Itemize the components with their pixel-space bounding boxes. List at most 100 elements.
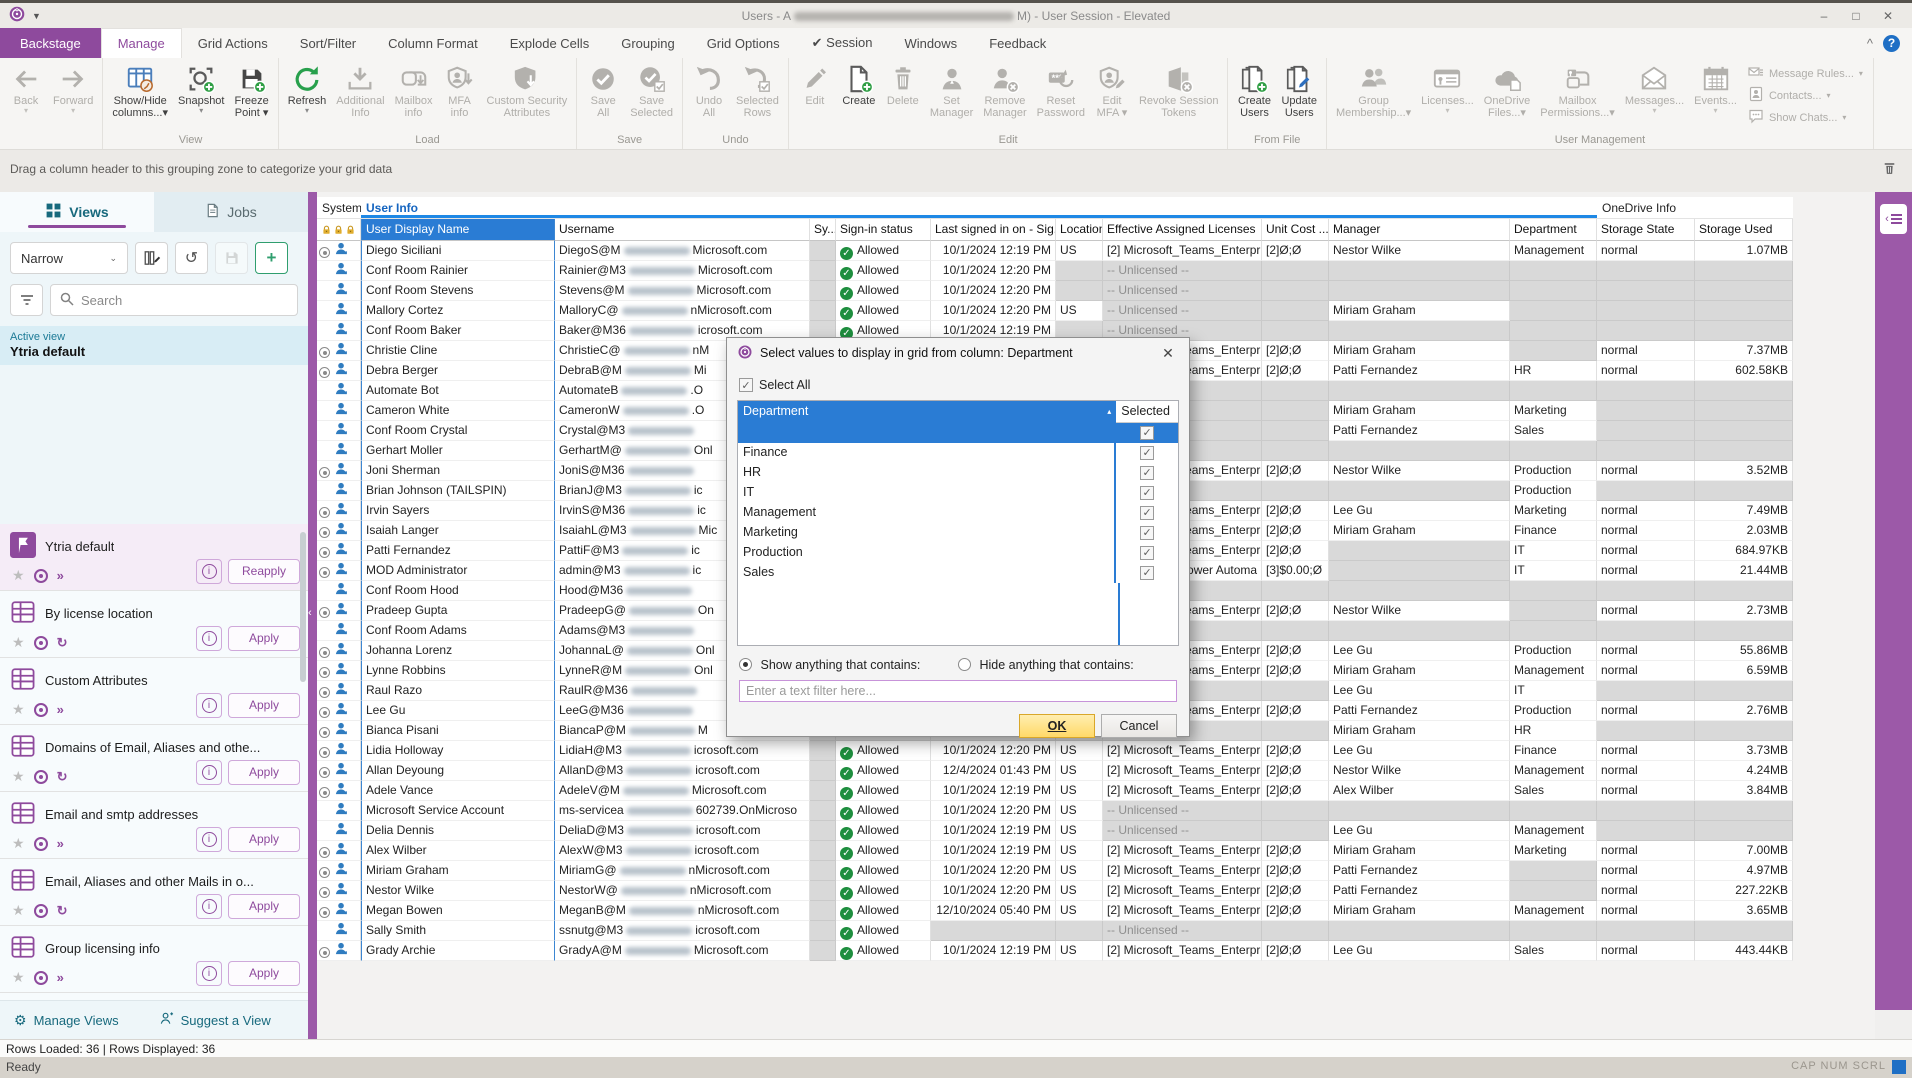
view-item[interactable]: Email, Aliases and other Mails in o...★↻… <box>0 859 308 926</box>
reapply-view-button[interactable]: Reapply <box>228 559 300 584</box>
freeze-point--button[interactable]: FreezePoint ▾ <box>229 60 273 119</box>
remove-manager-button[interactable]: RemoveManager <box>978 60 1031 119</box>
star-icon[interactable]: ★ <box>12 567 25 584</box>
column-header-loc[interactable]: Location... <box>1056 219 1103 241</box>
view-item[interactable]: Domains of Email, Aliases and othe...★↻i… <box>0 725 308 792</box>
undo-all-button[interactable]: UndoAll <box>687 60 731 119</box>
view-info-button[interactable]: i <box>196 760 222 785</box>
grouping-zone[interactable]: Drag a column header to this grouping zo… <box>0 150 1912 192</box>
custom-security-attributes-button[interactable]: Custom SecurityAttributes <box>482 60 573 119</box>
selected-rows-button[interactable]: SelectedRows <box>731 60 784 119</box>
column-header-name[interactable]: User Display Name <box>361 219 555 241</box>
mailbox-permissions--button[interactable]: MailboxPermissions...▾ <box>1535 60 1620 119</box>
set-manager-button[interactable]: SetManager <box>925 60 978 119</box>
view-item[interactable]: By license location★↻iApply <box>0 591 308 658</box>
grid-row[interactable]: Delia DennisDeliaD@M3icrosoft.com✓Allowe… <box>317 821 1793 841</box>
star-icon[interactable]: ★ <box>12 634 25 651</box>
refresh-button[interactable]: Refresh▾ <box>283 60 332 115</box>
column-header-status[interactable]: Sign-in status <box>836 219 931 241</box>
ribbon-tab-grouping[interactable]: Grouping <box>605 28 690 58</box>
dialog-col-selected[interactable]: Selected <box>1116 401 1178 423</box>
maximize-button[interactable]: □ <box>1842 6 1870 26</box>
dialog-value-row[interactable]: Sales✓ <box>738 563 1178 583</box>
star-icon[interactable]: ★ <box>12 835 25 852</box>
qat-customize-icon[interactable]: ▼ <box>32 11 41 21</box>
save-all-button[interactable]: SaveAll <box>581 60 625 119</box>
onedrive-files--button[interactable]: OneDriveFiles...▾ <box>1479 60 1535 119</box>
column-header-user[interactable]: Username <box>555 219 810 241</box>
revoke-session-tokens-button[interactable]: Revoke SessionTokens <box>1134 60 1224 119</box>
edit-button[interactable]: Edit <box>793 60 837 107</box>
create-users-button[interactable]: CreateUsers <box>1232 60 1276 119</box>
ribbon-tab-explode-cells[interactable]: Explode Cells <box>494 28 606 58</box>
filter-views-button[interactable] <box>10 284 43 316</box>
view-info-button[interactable]: i <box>196 961 222 986</box>
column-header-ss[interactable]: Storage State <box>1597 219 1695 241</box>
ribbon-tab-backstage[interactable]: Backstage <box>0 28 101 58</box>
grid-row[interactable]: Lidia HollowayLidiaH@M3icrosoft.com✓Allo… <box>317 741 1793 761</box>
grid-row[interactable]: Sally Smithssnutg@M3icrosoft.com✓Allowed… <box>317 921 1793 941</box>
value-checkbox-icon[interactable]: ✓ <box>1140 526 1154 540</box>
grid-row[interactable]: Grady ArchieGradyA@MMicrosoft.com✓Allowe… <box>317 941 1793 961</box>
column-header-lic[interactable]: Effective Assigned Licenses <box>1103 219 1262 241</box>
show-hide-columns--button[interactable]: Show/Hidecolumns...▾ <box>107 60 173 119</box>
tab-jobs[interactable]: Jobs <box>154 192 308 232</box>
edit-columns-button[interactable] <box>135 242 168 274</box>
view-width-select[interactable]: Narrow⌄ <box>10 242 128 274</box>
grid-row[interactable]: Nestor WilkeNestorW@nMicrosoft.com✓Allow… <box>317 881 1793 901</box>
contacts--button[interactable]: Contacts...▾ <box>1748 86 1863 105</box>
grid-row[interactable]: Megan BowenMeganB@MnMicrosoft.com✓Allowe… <box>317 901 1793 921</box>
manage-views-button[interactable]: ⚙ Manage Views <box>14 1012 119 1029</box>
mailbox-info-button[interactable]: Mailboxinfo <box>390 60 438 119</box>
clear-grouping-icon[interactable] <box>1881 160 1898 180</box>
tab-views[interactable]: Views <box>0 192 154 232</box>
snapshot-button[interactable]: Snapshot▾ <box>173 60 229 115</box>
delete-button[interactable]: Delete <box>881 60 925 107</box>
dialog-value-row[interactable]: Management✓ <box>738 503 1178 523</box>
column-header-mgr[interactable]: Manager <box>1329 219 1510 241</box>
view-list-scrollbar[interactable] <box>300 532 306 682</box>
ribbon-tab-manage[interactable]: Manage <box>101 28 182 58</box>
licenses--button[interactable]: Licenses...▾ <box>1416 60 1479 115</box>
sidebar-collapse-strip[interactable]: ‹ <box>308 192 317 1039</box>
value-checkbox-icon[interactable]: ✓ <box>1140 466 1154 480</box>
save-selected-button[interactable]: SaveSelected <box>625 60 678 119</box>
ribbon-tab-grid-options[interactable]: Grid Options <box>691 28 796 58</box>
value-checkbox-icon[interactable]: ✓ <box>1140 506 1154 520</box>
grid-row[interactable]: Conf Room RainierRainier@M3Microsoft.com… <box>317 261 1793 281</box>
suggest-view-button[interactable]: Suggest a View <box>159 1011 271 1029</box>
view-item[interactable]: Custom Attributes★»iApply <box>0 658 308 725</box>
grid-row[interactable]: Diego SicilianiDiegoS@MMicrosoft.com✓All… <box>317 241 1793 261</box>
view-item[interactable]: Ytria default★»iReapply <box>0 524 308 591</box>
column-header-sy[interactable]: Sy... <box>810 219 836 241</box>
forward-button[interactable]: Forward▾ <box>48 60 98 115</box>
dialog-value-row[interactable]: Finance✓ <box>738 443 1178 463</box>
collapse-ribbon-icon[interactable]: ^ <box>1867 36 1873 51</box>
apply-view-button[interactable]: Apply <box>228 961 300 986</box>
show-chats--button[interactable]: Show Chats...▾ <box>1748 108 1863 127</box>
ribbon-tab-windows[interactable]: Windows <box>888 28 973 58</box>
ok-button[interactable]: OK <box>1019 714 1095 738</box>
select-all-checkbox[interactable]: ✓ Select All <box>727 368 1189 398</box>
help-icon[interactable]: ? <box>1883 35 1900 52</box>
dialog-value-row[interactable]: HR✓ <box>738 463 1178 483</box>
view-item[interactable]: Hybrid - All users, including on-pr...★»… <box>0 993 308 1000</box>
edit-mfa--button[interactable]: EditMFA ▾ <box>1090 60 1134 119</box>
right-panel-strip[interactable]: ‹ <box>1875 192 1912 1010</box>
group-membership--button[interactable]: GroupMembership...▾ <box>1331 60 1416 119</box>
star-icon[interactable]: ★ <box>12 902 25 919</box>
reset-password-button[interactable]: ***ResetPassword <box>1032 60 1090 119</box>
view-info-button[interactable]: i <box>196 894 222 919</box>
message-rules--button[interactable]: Message Rules...▾ <box>1748 64 1863 83</box>
star-icon[interactable]: ★ <box>12 969 25 986</box>
reset-view-button[interactable]: ↺ <box>175 242 208 274</box>
close-button[interactable]: ✕ <box>1874 6 1902 26</box>
dialog-col-department[interactable]: Department ▴ <box>738 401 1116 423</box>
create-button[interactable]: Create <box>837 60 881 107</box>
view-info-button[interactable]: i <box>196 827 222 852</box>
grid-row[interactable]: Miriam GrahamMiriamG@nMicrosoft.com✓Allo… <box>317 861 1793 881</box>
view-info-button[interactable]: i <box>196 693 222 718</box>
ribbon-tab-column-format[interactable]: Column Format <box>372 28 494 58</box>
grid-row[interactable]: Microsoft Service Accountms-servicea6027… <box>317 801 1793 821</box>
mfa-info-button[interactable]: MFAinfo <box>438 60 482 119</box>
